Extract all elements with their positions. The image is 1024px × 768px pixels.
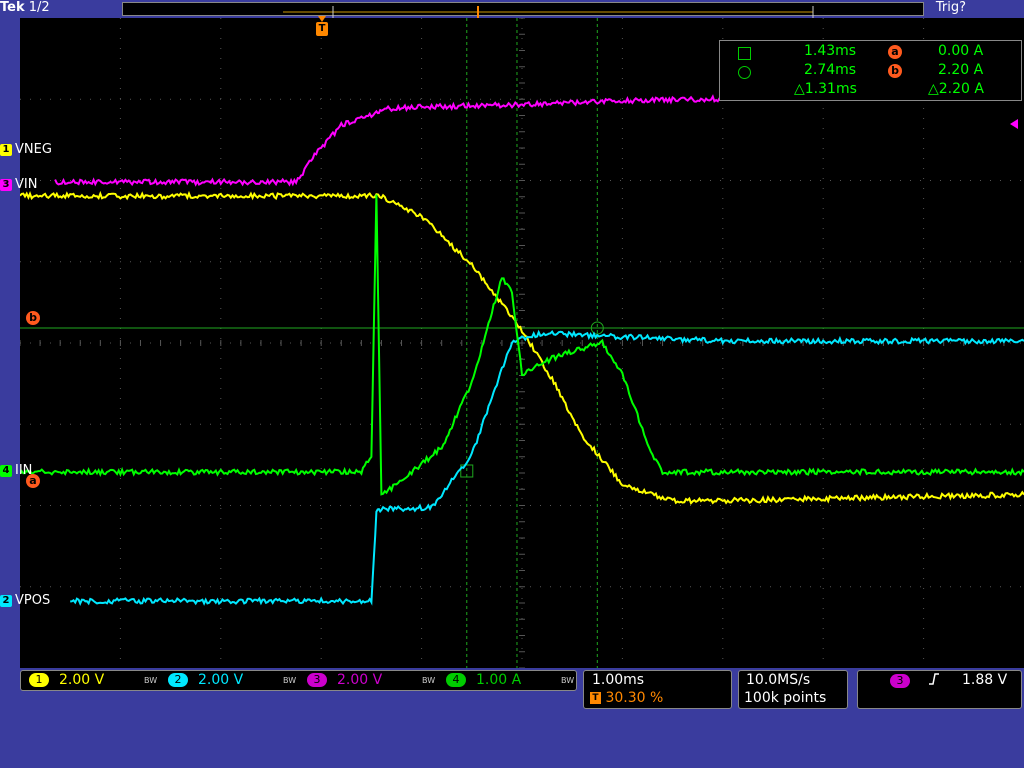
top-status-bar: Tek 1/2 Trig? [0,0,1024,18]
ch2-scale[interactable]: 2 2.00 V [168,672,243,688]
trigger-position-marker: T [316,22,328,36]
trace-vin [55,97,723,185]
bw-limit-icon: BW [422,676,435,685]
bw-limit-icon: BW [561,676,574,685]
cursor-readout-panel: 1.43ms a 0.00 A 2.74ms b 2.20 A △1.31ms … [719,40,1022,101]
ch3-scale[interactable]: 3 2.00 V [307,672,382,688]
record-length: 100k points [744,690,826,706]
scope-display: T 1.43ms a 0.00 A 2.74ms b 2.20 A △1.31m… [20,18,1024,668]
brand-label: Tek 1/2 [0,0,50,15]
trigger-level: 1.88 V [962,672,1007,688]
cursor-dv: △2.20 A [928,81,984,97]
cursor-b-icon: b [888,64,902,78]
trigger-status: Trig? [936,0,966,15]
timebase-panel[interactable]: 1.00ms T 30.30 % [583,670,732,709]
trigger-position: T 30.30 % [590,690,663,706]
trigger-panel[interactable]: 3 1.88 V [857,670,1022,709]
trigger-t-icon: T [590,692,601,704]
cursor-t1: 1.43ms [804,43,856,59]
acquisition-panel[interactable]: 10.0MS/s 100k points [738,670,848,709]
trigger-source: 3 [890,674,910,688]
offscreen-indicator-icon [1010,119,1018,129]
cursor-va: 0.00 A [938,43,983,59]
cursor-b-level-icon: b [26,311,40,325]
channel-label-vpos: 2 VPOS [0,593,50,608]
cursor-a-level-icon: a [26,474,40,488]
trigger-arrow-icon [318,16,326,22]
cursor-t2: 2.74ms [804,62,856,78]
circle-cursor-icon [738,66,751,79]
sample-rate: 10.0MS/s [746,672,810,688]
channel-label-vin: 3 VIN [0,177,37,192]
bw-limit-icon: BW [144,676,157,685]
rising-edge-icon [928,672,940,690]
cursor-vb: 2.20 A [938,62,983,78]
square-cursor-icon [738,47,751,60]
waveform-vin [55,97,723,185]
ch1-scale[interactable]: 1 2.00 V [29,672,104,688]
channel-label-vneg: 1 VNEG [0,142,52,157]
cursor-a-icon: a [888,45,902,59]
waveform-area [20,18,1024,668]
timebase-scale: 1.00ms [592,672,644,688]
cursor-dt: △1.31ms [794,81,857,97]
ch4-scale[interactable]: 4 1.00 A [446,672,521,688]
bw-limit-icon: BW [283,676,296,685]
channel-scale-bar[interactable]: 1 2.00 V BW 2 2.00 V BW 3 2.00 V BW 4 1.00 A… [20,670,577,691]
record-view-bar [122,2,924,16]
